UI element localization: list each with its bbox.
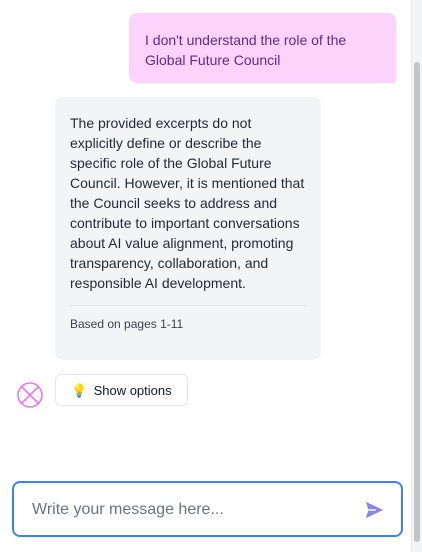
scrollbar[interactable]: [411, 0, 422, 552]
crossed-circle-icon: [17, 382, 43, 408]
show-options-button[interactable]: 💡 Show options: [55, 374, 188, 406]
assistant-message-bubble: The provided excerpts do not explicitly …: [55, 97, 321, 360]
scrollbar-thumb[interactable]: [414, 62, 420, 542]
send-icon[interactable]: [363, 499, 385, 521]
message-composer: [12, 481, 403, 537]
source-pages-label: Based on pages 1-11: [70, 317, 184, 331]
show-options-label: Show options: [93, 382, 172, 398]
assistant-message-text: The provided excerpts do not explicitly …: [70, 115, 305, 291]
message-divider: [70, 305, 306, 306]
lightbulb-icon: 💡: [71, 382, 88, 398]
message-input[interactable]: [30, 497, 344, 523]
chat-thread: I don't understand the role of the Globa…: [0, 0, 410, 470]
assistant-avatar: [16, 381, 44, 409]
user-message-bubble: I don't understand the role of the Globa…: [129, 13, 396, 83]
user-message-text: I don't understand the role of the Globa…: [145, 32, 347, 68]
